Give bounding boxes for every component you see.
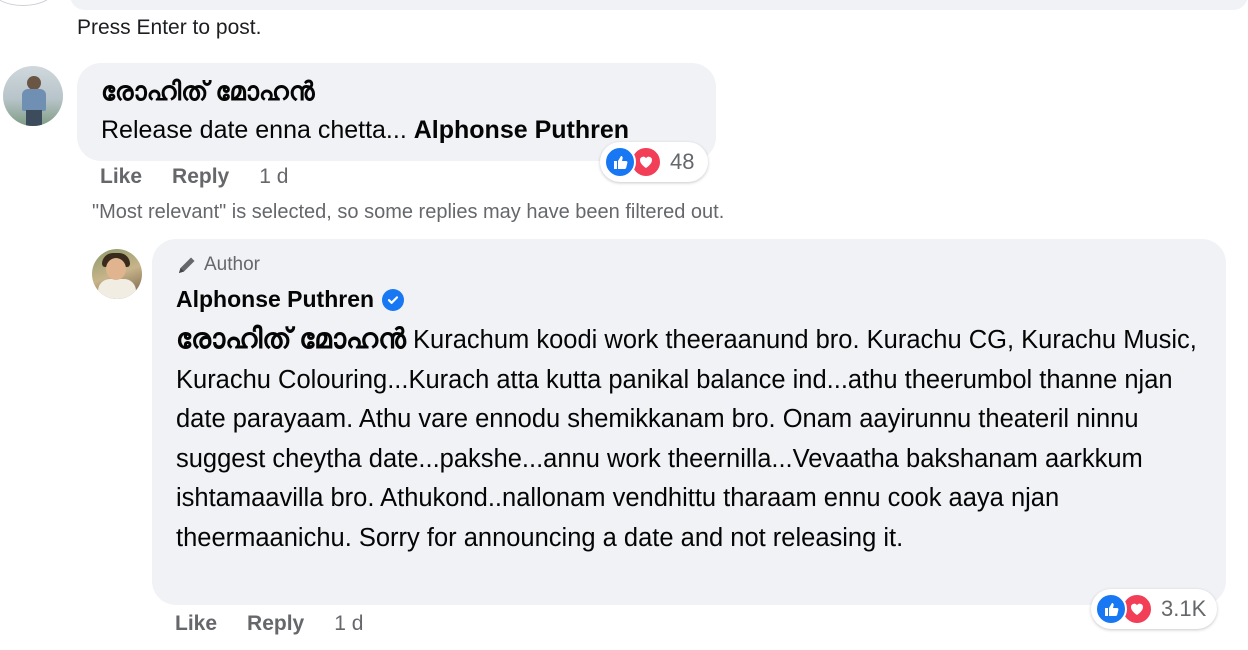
like-button[interactable]: Like	[175, 612, 217, 636]
comment-reactions[interactable]: 48	[600, 142, 708, 182]
comment-actions: Like Reply 1 d	[100, 165, 318, 189]
reply-actions: Like Reply 1 d	[175, 612, 393, 636]
current-user-avatar	[0, 0, 56, 6]
reply-button[interactable]: Reply	[172, 165, 229, 189]
like-button[interactable]: Like	[100, 165, 142, 189]
reply-reactions[interactable]: 3.1K	[1091, 589, 1217, 629]
commenter-avatar[interactable]	[3, 66, 63, 126]
reply-mention-link[interactable]: രോഹിത് മോഹൻ	[176, 323, 406, 354]
author-avatar[interactable]	[92, 249, 142, 299]
comment-input[interactable]	[70, 0, 1248, 10]
mention-link[interactable]: Alphonse Puthren	[414, 116, 629, 144]
press-enter-hint: Press Enter to post.	[77, 16, 262, 39]
like-icon	[1095, 593, 1127, 625]
reply-button[interactable]: Reply	[247, 612, 304, 636]
reply-author-name[interactable]: Alphonse Puthren	[176, 286, 405, 313]
timestamp[interactable]: 1 d	[334, 612, 363, 636]
like-icon	[604, 146, 636, 178]
reply-bubble: Author Alphonse Puthren രോഹിത് മോഹൻ Kura…	[152, 239, 1226, 605]
author-badge-label: Author	[204, 254, 260, 275]
filter-notice: "Most relevant" is selected, so some rep…	[92, 201, 725, 223]
reply-text: രോഹിത് മോഹൻ Kurachum koodi work theeraan…	[176, 323, 1197, 552]
comment-text: Release date enna chetta... Alphonse Put…	[101, 116, 630, 144]
verified-badge-icon	[382, 288, 405, 311]
reaction-count: 48	[670, 149, 695, 174]
timestamp[interactable]: 1 d	[259, 165, 288, 189]
pen-icon	[179, 257, 195, 273]
author-badge: Author	[176, 254, 260, 276]
commenter-name[interactable]: രോഹിത് മോഹൻ	[101, 76, 315, 108]
reaction-count: 3.1K	[1161, 596, 1207, 621]
